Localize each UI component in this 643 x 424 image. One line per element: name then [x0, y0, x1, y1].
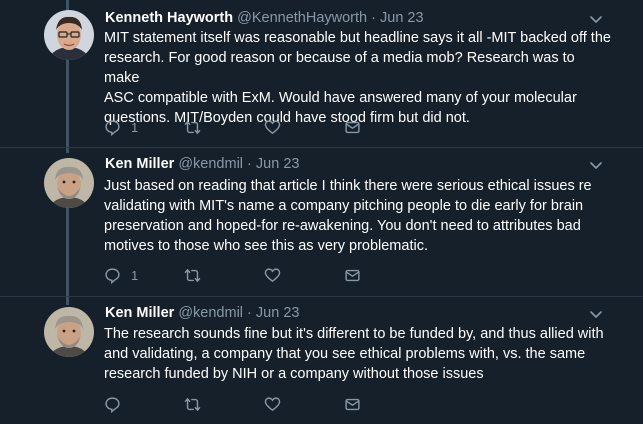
- chevron-down-icon[interactable]: [589, 307, 603, 321]
- user-handle[interactable]: @kendmil: [178, 305, 243, 321]
- retweet-icon: [184, 396, 201, 413]
- tweet-text-line: validating with MIT's name a company pit…: [104, 198, 584, 214]
- tweet-text-line: motives to those who see this as very pr…: [104, 238, 428, 254]
- tweet-text-line: research funded by NIH or a company with…: [104, 366, 484, 382]
- reply-icon: [104, 119, 121, 136]
- retweet-icon: [184, 119, 201, 136]
- reply-button[interactable]: [104, 396, 131, 413]
- avatar[interactable]: [44, 158, 94, 208]
- like-button[interactable]: [264, 267, 281, 284]
- tweet-text-line: preservation and hoped-for re-awakening.…: [104, 218, 581, 234]
- dm-icon: [344, 396, 361, 413]
- retweet-button[interactable]: [184, 267, 201, 284]
- reply-icon: [104, 267, 121, 284]
- like-icon: [264, 119, 281, 136]
- like-button[interactable]: [264, 396, 281, 413]
- user-handle[interactable]: @kendmil: [178, 156, 243, 172]
- tweet-header: Ken Miller @kendmil · Jun 23: [105, 154, 603, 174]
- separator-dot: ·: [247, 305, 252, 321]
- like-icon: [264, 396, 281, 413]
- tweet-text-line: The research sounds fine but it's differ…: [104, 326, 604, 342]
- tweet[interactable]: Kenneth Hayworth @KennethHayworth · Jun …: [0, 0, 643, 148]
- tweet-date[interactable]: Jun 23: [380, 10, 424, 26]
- tweet-date[interactable]: Jun 23: [256, 305, 300, 321]
- reply-button[interactable]: 1: [104, 119, 138, 136]
- tweet-date[interactable]: Jun 23: [256, 156, 300, 172]
- dm-icon: [344, 267, 361, 284]
- tweet-text: MIT statement itself was reasonable but …: [104, 28, 614, 128]
- avatar[interactable]: [44, 307, 94, 357]
- reply-count: 1: [131, 268, 139, 283]
- chevron-down-icon[interactable]: [589, 12, 603, 26]
- retweet-button[interactable]: [184, 119, 201, 136]
- display-name[interactable]: Ken Miller: [105, 305, 174, 321]
- chevron-down-icon[interactable]: [589, 158, 603, 172]
- like-button[interactable]: [264, 119, 281, 136]
- dm-icon: [344, 119, 361, 136]
- display-name[interactable]: Ken Miller: [105, 156, 174, 172]
- tweet-thread: Kenneth Hayworth @KennethHayworth · Jun …: [0, 0, 643, 424]
- tweet-header: Ken Miller @kendmil · Jun 23: [105, 303, 603, 323]
- retweet-button[interactable]: [184, 396, 201, 413]
- user-handle[interactable]: @KennethHayworth: [237, 10, 367, 26]
- tweet-text: Just based on reading that article I thi…: [104, 176, 614, 256]
- retweet-icon: [184, 267, 201, 284]
- tweet[interactable]: Ken Miller @kendmil · Jun 23 The researc…: [0, 297, 643, 424]
- reply-button[interactable]: 1: [104, 267, 138, 284]
- avatar[interactable]: [44, 10, 94, 60]
- like-icon: [264, 267, 281, 284]
- reply-icon: [104, 396, 121, 413]
- tweet-text-line: Just based on reading that article I thi…: [104, 178, 592, 194]
- separator-dot: ·: [371, 10, 376, 26]
- dm-button[interactable]: [344, 396, 361, 413]
- tweet-text-line: research. For good reason or because of …: [104, 50, 575, 86]
- dm-button[interactable]: [344, 119, 361, 136]
- dm-button[interactable]: [344, 267, 361, 284]
- tweet[interactable]: Ken Miller @kendmil · Jun 23 Just based …: [0, 148, 643, 297]
- tweet-text: The research sounds fine but it's differ…: [104, 324, 614, 384]
- tweet-header: Kenneth Hayworth @KennethHayworth · Jun …: [105, 8, 603, 28]
- reply-count: 1: [131, 120, 139, 135]
- separator-dot: ·: [247, 156, 252, 172]
- display-name[interactable]: Kenneth Hayworth: [105, 10, 233, 26]
- tweet-text-line: MIT statement itself was reasonable but …: [104, 30, 611, 46]
- tweet-text-line: ASC compatible with ExM. Would have answ…: [104, 90, 577, 106]
- tweet-text-line: and validating, a company that you see e…: [104, 346, 586, 362]
